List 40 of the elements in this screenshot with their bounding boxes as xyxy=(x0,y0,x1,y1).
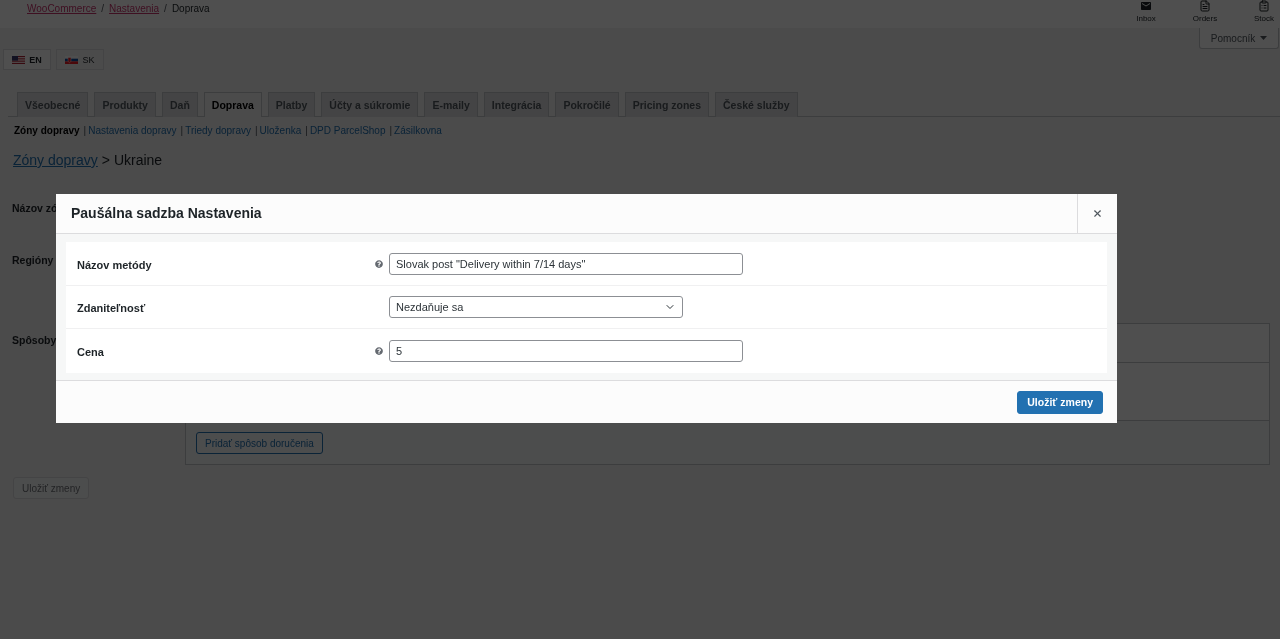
section-link[interactable]: Triedy dopravy xyxy=(185,125,251,137)
field-label: Spôsoby xyxy=(12,334,57,347)
section-link[interactable]: Zásilkovna xyxy=(394,125,442,137)
section-link[interactable]: DPD ParcelShop xyxy=(309,125,386,137)
envelope-icon xyxy=(1140,0,1152,12)
field-label: Názov metódy xyxy=(77,258,152,271)
flag-icon xyxy=(65,55,79,64)
help-icon[interactable] xyxy=(374,347,383,355)
close-icon xyxy=(1092,208,1103,219)
caret-icon xyxy=(1260,36,1268,40)
section-link[interactable]: Zóny dopravy xyxy=(14,125,80,137)
flag-icon xyxy=(12,55,26,64)
language-tab[interactable]: EN xyxy=(3,49,51,70)
breadcrumb-current: Doprava xyxy=(171,3,210,15)
breadcrumb-link[interactable]: Nastavenia xyxy=(109,3,160,15)
text-field[interactable]: 5 xyxy=(389,340,743,362)
link-separator: | xyxy=(254,125,258,137)
text-field[interactable]: Slovak post "Delivery within 7/14 days" xyxy=(389,252,743,275)
field-label: Zdaniteľnosť xyxy=(77,302,146,314)
section-link[interactable]: Uloženka xyxy=(259,125,302,137)
breadcrumb-separator: / xyxy=(101,3,105,15)
link-separator: | xyxy=(389,125,393,137)
section-link[interactable]: Nastavenia dopravy xyxy=(88,125,177,137)
page-heading: > Ukraine xyxy=(101,151,163,169)
breadcrumb-separator: / xyxy=(164,3,167,15)
save-button[interactable]: Uložiť zmeny xyxy=(1017,390,1103,414)
select-field[interactable]: Nezdaňuje sa xyxy=(389,296,683,318)
settings-tab[interactable]: Doprava xyxy=(203,92,262,117)
help-icon[interactable] xyxy=(374,259,383,268)
dialog-title: Paušálna sadzba Nastavenia xyxy=(70,204,263,223)
add-method-button[interactable]: Pridať spôsob doručenia xyxy=(196,432,323,454)
clipboard-icon xyxy=(1258,0,1270,12)
link-separator: | xyxy=(305,125,308,137)
field-label: Regióny xyxy=(12,254,54,267)
heading-link[interactable]: Zóny dopravy xyxy=(13,151,98,169)
link-separator: | xyxy=(83,125,87,137)
breadcrumb-link[interactable]: WooCommerce xyxy=(27,3,97,15)
link-separator: | xyxy=(180,125,184,137)
document-icon xyxy=(1199,0,1211,12)
field-label: Cena xyxy=(77,346,104,358)
